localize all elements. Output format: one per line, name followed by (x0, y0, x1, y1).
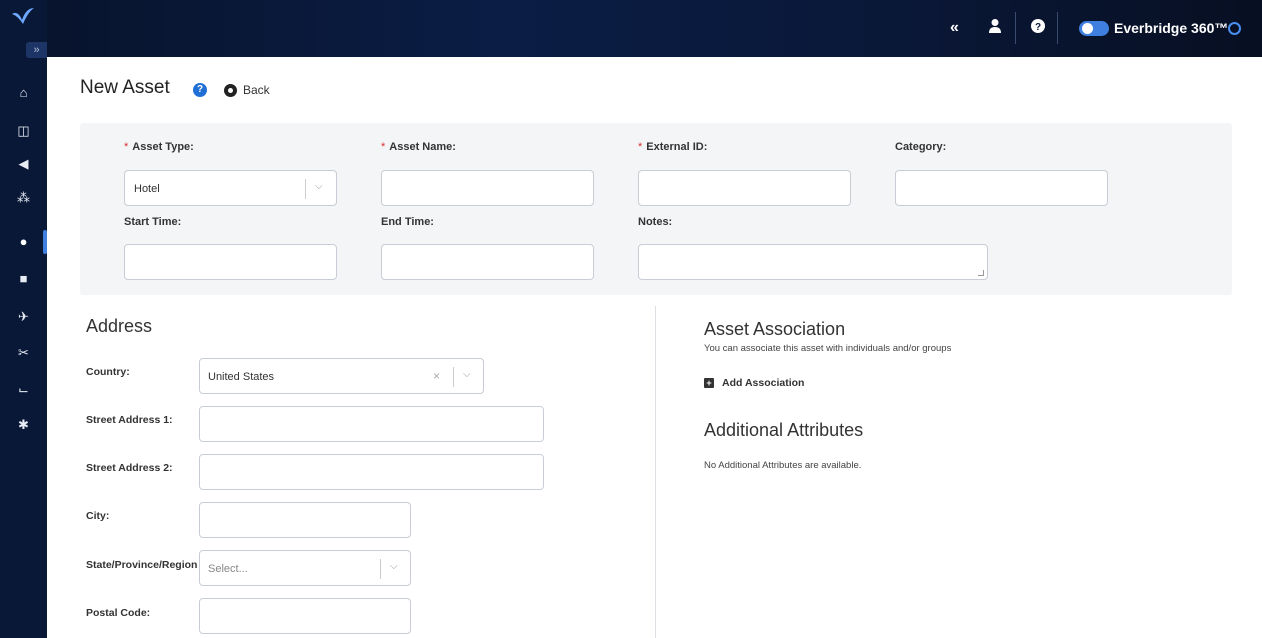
asset-name-input[interactable] (381, 170, 594, 206)
notes-textarea[interactable] (638, 244, 988, 280)
postal-code-label: Postal Code: (86, 607, 151, 619)
select-separator (453, 367, 454, 387)
street-address-1-label: Street Address 1: (86, 414, 173, 426)
gear-icon[interactable]: ✱ (0, 414, 47, 436)
select-separator (380, 559, 381, 579)
topbar-divider (1057, 12, 1058, 44)
asset-type-select[interactable]: Hotel ⌵ (124, 170, 337, 206)
clear-icon[interactable]: × (433, 369, 440, 383)
postal-code-input[interactable] (199, 598, 411, 634)
sidebar: » ⌂ ◫ ◀ ⁂ ● ■ ✈ ✂ ⌙ ✱ (0, 0, 47, 638)
city-label: City: (86, 510, 110, 522)
category-input[interactable] (895, 170, 1108, 206)
country-value: United States (208, 371, 275, 383)
plus-square-icon: + (704, 378, 714, 388)
location-pin-icon[interactable]: ● (0, 231, 47, 253)
state-label: State/Province/Region: (86, 559, 198, 571)
no-attributes-text: No Additional Attributes are available. (704, 460, 862, 471)
dashboard-icon[interactable]: ◫ (0, 120, 47, 142)
toggle-knob (1082, 23, 1093, 34)
country-label: Country: (86, 366, 130, 378)
category-label: Category: (895, 141, 947, 153)
chevron-down-icon[interactable]: ⌵ (463, 369, 471, 380)
chevron-down-icon[interactable]: ⌵ (390, 561, 398, 572)
state-placeholder: Select... (208, 563, 248, 575)
add-association-button[interactable]: + Add Association (704, 377, 804, 389)
help-icon[interactable]: ? (1031, 18, 1045, 38)
scissors-icon[interactable]: ✂ (0, 342, 47, 364)
topbar-divider (1015, 12, 1016, 44)
notes-label: Notes: (638, 216, 673, 228)
active-indicator (43, 230, 47, 254)
asset-type-label: * Asset Type: (124, 141, 194, 153)
end-time-input[interactable] (381, 244, 594, 280)
back-button[interactable]: Back (224, 83, 270, 97)
briefcase-icon[interactable]: ■ (0, 268, 47, 290)
collapse-icon[interactable]: « (950, 18, 959, 38)
column-divider (655, 306, 656, 638)
asset-association-title: Asset Association (704, 319, 846, 339)
svg-text:?: ? (1035, 22, 1041, 33)
user-icon[interactable] (988, 18, 1002, 38)
additional-attributes-title: Additional Attributes (704, 420, 864, 440)
address-section-title: Address (86, 316, 153, 336)
street-address-1-input[interactable] (199, 406, 544, 442)
plane-icon[interactable]: ✈ (0, 306, 47, 328)
add-association-label: Add Association (722, 377, 805, 389)
back-icon (224, 83, 237, 97)
top-bar: « ? Everbridge 360™ (0, 0, 1262, 57)
country-select[interactable]: United States × ⌵ (199, 358, 484, 394)
asset-name-label: * Asset Name: (381, 141, 456, 153)
select-separator (305, 179, 306, 199)
street-address-2-input[interactable] (199, 454, 544, 490)
people-icon[interactable]: ⁂ (0, 187, 47, 209)
chevron-down-icon[interactable]: ⌵ (315, 181, 323, 192)
state-select[interactable]: Select... ⌵ (199, 550, 411, 586)
asset-form-panel: * Asset Type: Hotel ⌵ * Asset Name: * Exter… (80, 123, 1232, 295)
logo-icon[interactable] (10, 6, 36, 28)
end-time-label: End Time: (381, 216, 434, 228)
page-title: New Asset (80, 77, 170, 98)
asset-type-value: Hotel (134, 183, 160, 195)
street-address-2-label: Street Address 2: (86, 462, 173, 474)
expand-sidebar-icon[interactable]: » (26, 42, 47, 58)
toggle-switch[interactable] (1079, 21, 1109, 36)
asset-association-subtitle: You can associate this asset with indivi… (704, 343, 952, 354)
external-id-label: * External ID: (638, 141, 708, 153)
brand-name: Everbridge 360™ (1114, 20, 1229, 36)
home-icon[interactable]: ⌂ (0, 82, 47, 104)
start-time-label: Start Time: (124, 216, 182, 228)
city-input[interactable] (199, 502, 411, 538)
external-id-input[interactable] (638, 170, 851, 206)
back-label: Back (243, 83, 270, 97)
megaphone-icon[interactable]: ◀ (0, 153, 47, 175)
chart-icon[interactable]: ⌙ (0, 379, 47, 401)
help-icon[interactable]: ? (193, 83, 207, 97)
start-time-input[interactable] (124, 244, 337, 280)
brand-icon[interactable] (1228, 22, 1241, 35)
